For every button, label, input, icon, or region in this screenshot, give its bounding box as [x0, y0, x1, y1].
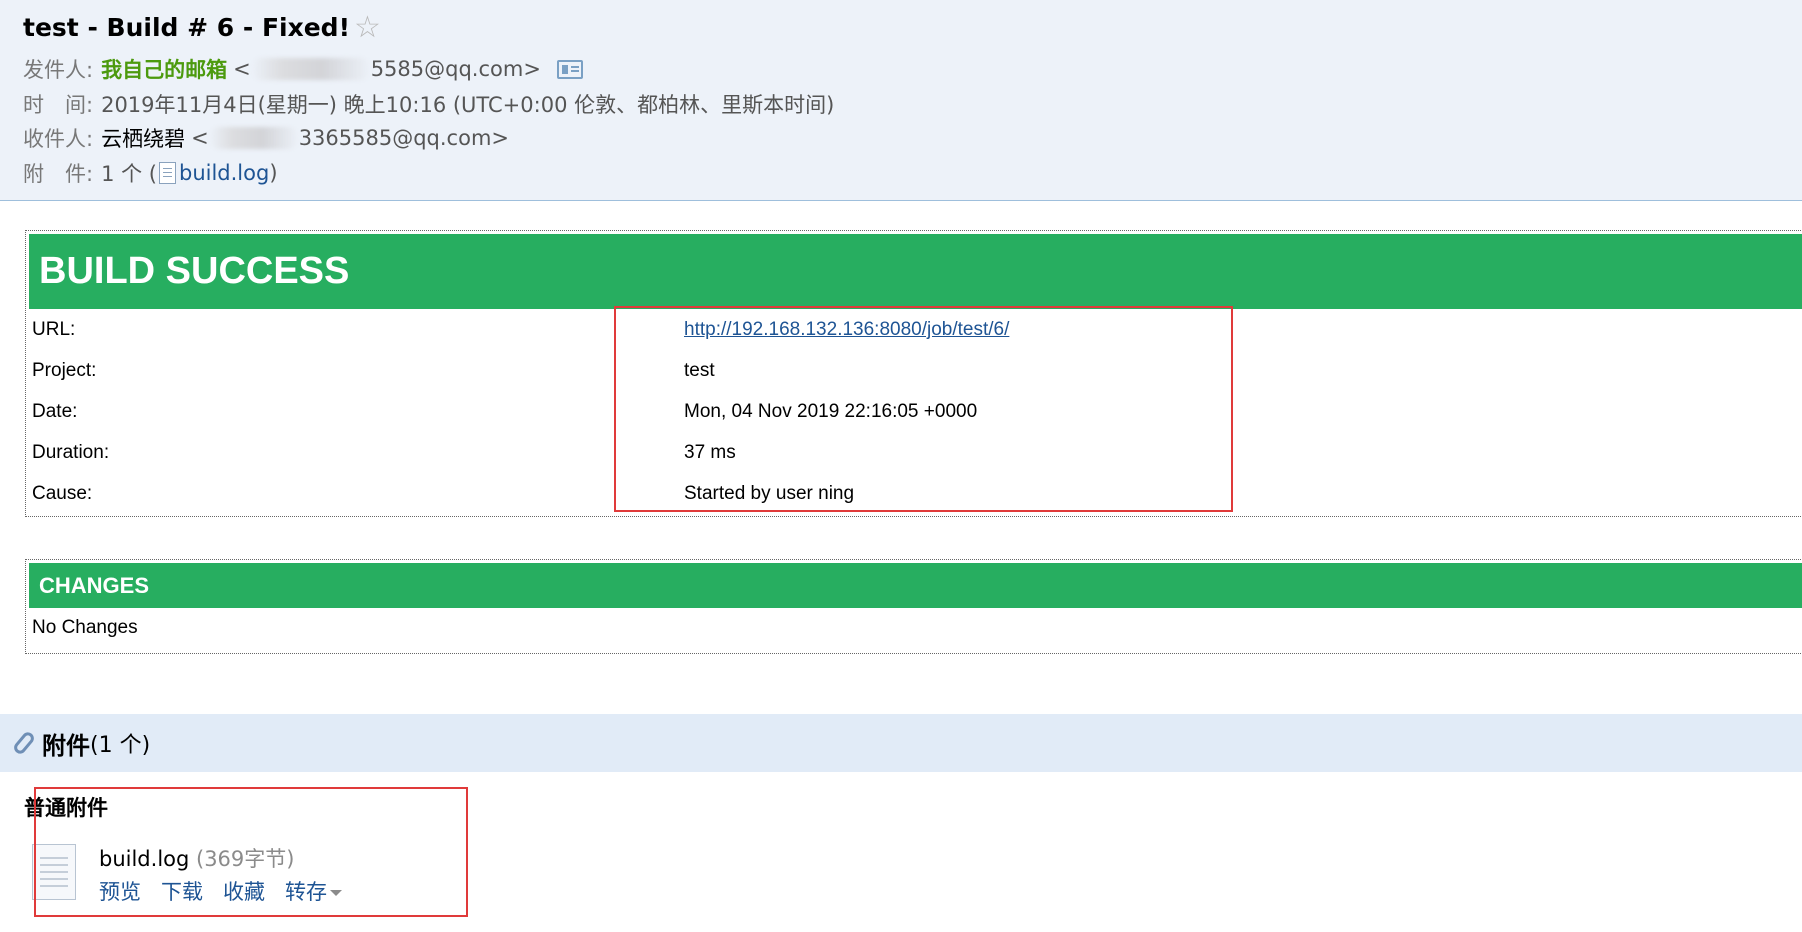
row-label: Date: — [32, 401, 78, 422]
attachment-row: 附 件: 1 个 ( build.log ) — [23, 157, 278, 189]
changes-banner: CHANGES — [29, 563, 1802, 608]
redacted-address — [250, 58, 371, 80]
attachments-count: (1 个) — [90, 733, 151, 758]
attachments-title: 附件 — [42, 731, 90, 760]
recipient-address: 3365585@qq.com> — [298, 126, 509, 150]
row-label: Cause: — [32, 483, 93, 504]
from-row: 发件人: 我自己的邮箱 < 5585@qq.com> — [23, 53, 583, 85]
no-changes-text: No Changes — [32, 617, 138, 638]
recipient-address-prefix: < — [191, 126, 209, 150]
row-label: URL: — [32, 319, 76, 340]
changes-section: CHANGES No Changes — [25, 559, 1802, 654]
annotation-highlight-box — [614, 306, 1233, 512]
attachment-count: 1 个 ( — [101, 162, 157, 186]
redacted-address — [208, 127, 299, 149]
sender-address: 5585@qq.com> — [370, 57, 541, 81]
star-icon[interactable]: ☆ — [354, 10, 381, 45]
attachment-label: 附 件: — [23, 162, 94, 186]
document-icon — [158, 162, 176, 184]
build-status-banner: BUILD SUCCESS — [29, 234, 1802, 309]
email-subject: test - Build # 6 - Fixed! ☆ — [23, 8, 381, 46]
to-row: 收件人: 云栖绕碧 < 3365585@qq.com> — [23, 122, 509, 154]
attachment-link[interactable]: build.log — [179, 161, 269, 185]
time-label: 时 间: — [23, 93, 94, 117]
time-value: 2019年11月4日(星期一) 晚上10:16 (UTC+0:00 伦敦、都柏林… — [101, 93, 835, 117]
subject-text: test - Build # 6 - Fixed! — [23, 12, 350, 42]
attachments-bar: 附件 (1 个) — [0, 714, 1802, 772]
mail-header: test - Build # 6 - Fixed! ☆ 发件人: 我自己的邮箱 … — [0, 0, 1802, 201]
time-row: 时 间: 2019年11月4日(星期一) 晚上10:16 (UTC+0:00 伦… — [23, 88, 834, 120]
attachment-close-paren: ) — [269, 161, 278, 185]
row-label: Project: — [32, 360, 97, 381]
recipient-name[interactable]: 云栖绕碧 — [101, 123, 185, 153]
from-label: 发件人: — [23, 58, 94, 82]
sender-name[interactable]: 我自己的邮箱 — [101, 54, 227, 84]
paperclip-icon — [11, 729, 37, 757]
sender-address-prefix: < — [233, 57, 251, 81]
contact-card-icon[interactable] — [556, 59, 583, 79]
row-label: Duration: — [32, 442, 110, 463]
annotation-highlight-box — [34, 787, 468, 917]
to-label: 收件人: — [23, 127, 94, 151]
